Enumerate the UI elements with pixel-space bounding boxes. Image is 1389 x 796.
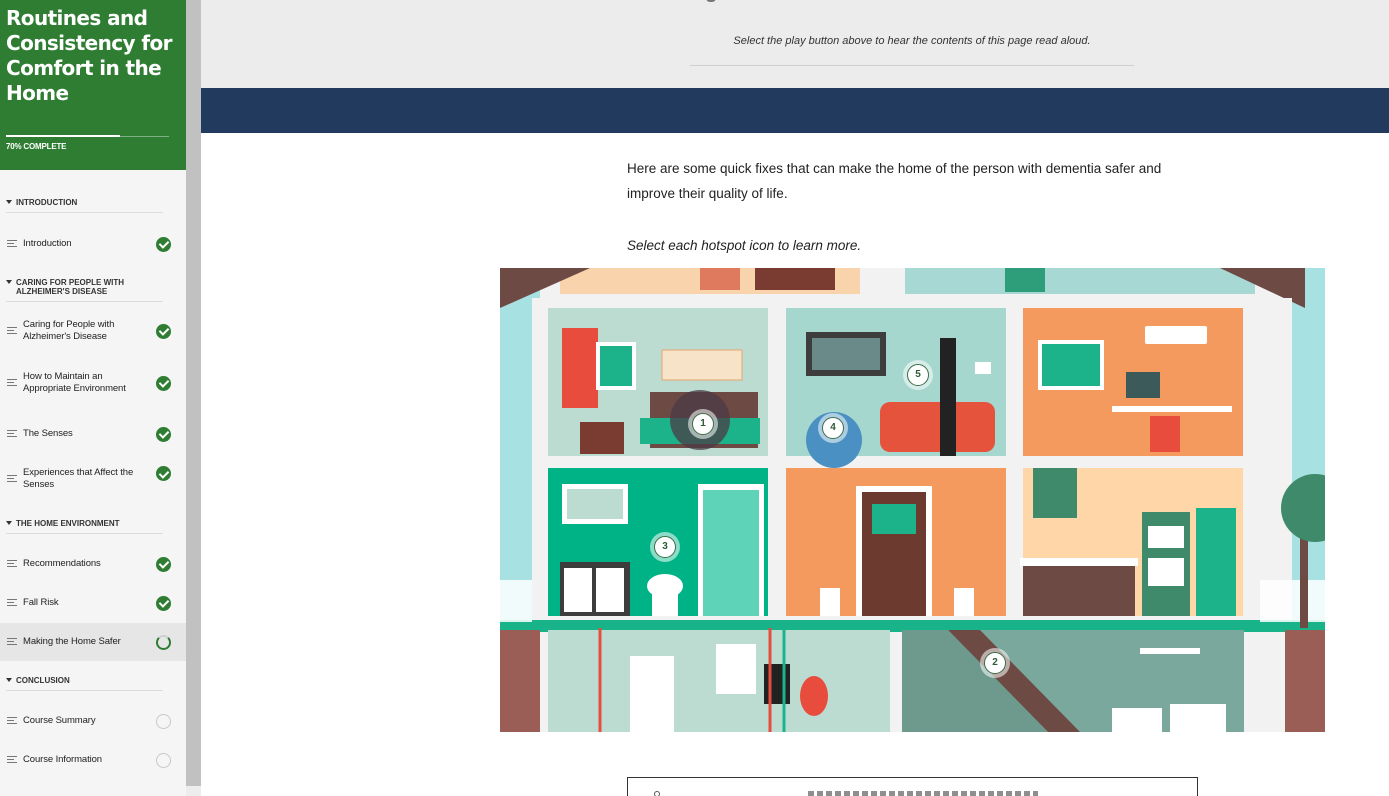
lesson-the-senses[interactable]: The Senses: [0, 415, 186, 453]
cut-off-text: [808, 791, 1038, 796]
lesson-label: Recommendations: [23, 558, 101, 569]
lesson-label: Course Summary: [23, 715, 96, 726]
hotspot-label: 4: [822, 417, 844, 439]
check-circle-icon: [156, 556, 171, 572]
caret-down-icon: [6, 200, 12, 204]
audio-note: Select the play button above to hear the…: [733, 35, 1091, 47]
lines-icon: [7, 717, 17, 725]
sidebar-scrollbar[interactable]: [186, 0, 201, 796]
divider: [690, 65, 1134, 66]
lesson-caring-for-people[interactable]: Caring for People with Alzheimer's Disea…: [0, 312, 186, 350]
lines-icon: [7, 638, 17, 646]
progress-bar: [6, 135, 169, 137]
lesson-label: How to Maintain an Appropriate Environme…: [23, 371, 126, 394]
section-title: CONCLUSION: [16, 676, 70, 685]
section-title: CARING FOR PEOPLE WITH ALZHEIMER'S DISEA…: [16, 278, 124, 296]
lesson-label: Course Information: [23, 754, 102, 765]
lines-icon: [7, 240, 17, 248]
check-circle-icon: [156, 595, 171, 611]
check-circle-icon: [156, 426, 171, 442]
section-caring-for-people[interactable]: CARING FOR PEOPLE WITH ALZHEIMER'S DISEA…: [6, 278, 163, 302]
lesson-fall-risk[interactable]: Fall Risk: [0, 584, 186, 622]
check-circle-icon: [156, 466, 171, 481]
section-home-environment[interactable]: THE HOME ENVIRONMENT: [6, 519, 163, 534]
hotspot-button[interactable]: 5: [903, 360, 933, 390]
check-circle-icon: [156, 236, 171, 252]
section-title: THE HOME ENVIRONMENT: [16, 519, 120, 528]
intro-paragraph: Here are some quick fixes that can make …: [627, 161, 1162, 201]
lesson-course-information[interactable]: Course Information: [0, 741, 186, 779]
hotspot-label: 2: [984, 652, 1006, 674]
lesson-label: Introduction: [23, 238, 72, 249]
hotspot-button[interactable]: 3: [650, 532, 680, 562]
scrollbar-thumb[interactable]: [186, 0, 201, 786]
lesson-label: The Senses: [23, 428, 73, 439]
sidebar-header: Routines and Consistency for Comfort in …: [0, 0, 186, 170]
hotspot-button[interactable]: 4: [818, 413, 848, 443]
hotspot-button[interactable]: 2: [980, 648, 1010, 678]
lesson-label: Caring for People with Alzheimer's Disea…: [23, 319, 115, 342]
lesson-maintain-environment[interactable]: How to Maintain an Appropriate Environme…: [0, 364, 186, 402]
progress-label: 70% COMPLETE: [6, 142, 67, 151]
hotspot-label: 3: [654, 536, 676, 558]
lesson-label: Experiences that Affect the Senses: [23, 467, 134, 490]
house-illustration: 1 2 3 4 5: [500, 268, 1325, 732]
check-circle-icon: [156, 323, 171, 339]
lesson-making-home-safer[interactable]: Making the Home Safer: [0, 623, 186, 661]
hotspot-label: 1: [692, 413, 714, 435]
caret-down-icon: [6, 521, 12, 525]
course-sidebar: Routines and Consistency for Comfort in …: [0, 0, 186, 796]
lesson-introduction[interactable]: Introduction: [0, 225, 186, 263]
next-content-box: [627, 777, 1198, 796]
check-circle-icon: [156, 375, 171, 391]
caret-down-icon: [6, 280, 12, 284]
lines-icon: [7, 475, 17, 483]
lines-icon: [7, 560, 17, 568]
banner-band: [201, 88, 1389, 133]
lines-icon: [7, 327, 17, 335]
house-cross-section-image: [500, 268, 1325, 732]
lesson-experiences-senses[interactable]: Experiences that Affect the Senses: [0, 460, 186, 498]
lesson-course-summary[interactable]: Course Summary: [0, 702, 186, 740]
pin-icon: [654, 791, 660, 796]
lines-icon: [7, 379, 17, 387]
section-title: INTRODUCTION: [16, 198, 78, 207]
hotspot-label: 5: [907, 364, 929, 386]
in-progress-icon: [156, 634, 171, 650]
section-introduction[interactable]: INTRODUCTION: [6, 198, 163, 213]
caret-down-icon: [6, 678, 12, 682]
course-title: Routines and Consistency for Comfort in …: [6, 6, 172, 105]
instruction-text: Select each hotspot icon to learn more.: [627, 238, 862, 253]
lines-icon: [7, 756, 17, 764]
empty-circle-icon: [156, 713, 171, 729]
hotspot-button[interactable]: 1: [688, 409, 718, 439]
lesson-recommendations[interactable]: Recommendations: [0, 545, 186, 583]
lines-icon: [7, 599, 17, 607]
lines-icon: [7, 430, 17, 438]
empty-circle-icon: [156, 752, 171, 768]
section-conclusion[interactable]: CONCLUSION: [6, 676, 163, 691]
lesson-label: Making the Home Safer: [23, 636, 121, 647]
progress-bar-fill: [6, 135, 121, 137]
lesson-label: Fall Risk: [23, 597, 59, 608]
